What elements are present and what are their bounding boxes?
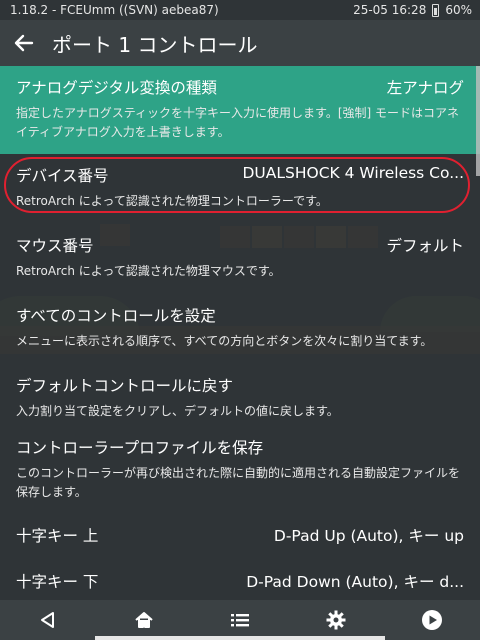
page-title: ポート 1 コントロール (52, 32, 258, 57)
menu-item-label: アナログデジタル変換の種類 (16, 79, 217, 97)
menu-item-description: メニューに表示される順序で、すべての方向とボタンを次々に割り当てます。 (16, 334, 433, 348)
menu-item-description: RetroArch によって認識された物理コントローラーです。 (16, 194, 328, 208)
settings-list: アナログデジタル変換の種類 左アナログ 指定したアナログスティックを十字キー入力… (0, 66, 480, 600)
menu-item-description: RetroArch によって認識された物理マウスです。 (16, 264, 281, 278)
menu-item-dpad-down[interactable]: 十字キー 下 D-Pad Down (Auto), キー d... (0, 556, 480, 600)
menu-item-label: 十字キー 下 (16, 573, 99, 591)
menu-item-value: D-Pad Down (Auto), キー d... (246, 573, 464, 591)
menu-item-label: すべてのコントロールを設定 (16, 307, 216, 325)
home-icon[interactable] (124, 600, 164, 640)
gesture-bar (95, 636, 385, 640)
menu-item-description: 指定したアナログスティックを十字キー入力に使用します。[強制] モードはコアネイ… (16, 106, 460, 139)
menu-item-mouse-index[interactable]: マウス番号 デフォルト RetroArch によって認識された物理マウスです。 (0, 224, 480, 294)
menu-item-label: 十字キー 上 (16, 527, 99, 545)
menu-item-label: マウス番号 (16, 237, 94, 255)
menu-item-value: デフォルト (386, 237, 464, 255)
menu-item-device-index[interactable]: デバイス番号 DUALSHOCK 4 Wireless Co... RetroA… (0, 154, 480, 224)
menu-item-description: 入力割り当て設定をクリアし、デフォルトの値に戻します。 (16, 404, 339, 418)
menu-item-save-controller-profile[interactable]: コントローラープロファイルを保存 このコントローラーが再び検出された際に自動的に… (0, 426, 480, 510)
battery-icon (432, 3, 440, 17)
scrollbar[interactable] (476, 66, 480, 176)
status-battery: 60% (445, 3, 472, 17)
menu-item-reset-defaults[interactable]: デフォルトコントロールに戻す 入力割り当て設定をクリアし、デフォルトの値に戻しま… (0, 364, 480, 426)
play-icon[interactable] (412, 600, 452, 640)
menu-item-value: 左アナログ (386, 79, 464, 97)
menu-item-analog-digital-type[interactable]: アナログデジタル変換の種類 左アナログ 指定したアナログスティックを十字キー入力… (0, 66, 480, 154)
status-time: 25-05 16:28 (353, 3, 427, 17)
menu-item-description: このコントローラーが再び検出された際に自動的に適用される自動設定ファイルを保存し… (16, 466, 461, 499)
list-icon[interactable] (220, 600, 260, 640)
menu-item-bind-all[interactable]: すべてのコントロールを設定 メニューに表示される順序で、すべての方向とボタンを次… (0, 294, 480, 364)
gear-icon[interactable] (316, 600, 356, 640)
title-bar: ポート 1 コントロール (0, 20, 480, 66)
back-arrow-icon[interactable] (12, 31, 36, 55)
menu-item-label: デバイス番号 (16, 167, 109, 185)
menu-item-value: DUALSHOCK 4 Wireless Co... (242, 164, 464, 182)
menu-item-label: デフォルトコントロールに戻す (16, 377, 234, 395)
back-icon[interactable] (28, 600, 68, 640)
status-bar: 1.18.2 - FCEUmm ((SVN) aebea87) 25-05 16… (0, 0, 480, 20)
status-app-info: 1.18.2 - FCEUmm ((SVN) aebea87) (10, 3, 219, 17)
menu-item-label: コントローラープロファイルを保存 (16, 439, 264, 457)
menu-item-dpad-up[interactable]: 十字キー 上 D-Pad Up (Auto), キー up (0, 510, 480, 556)
bottom-nav-bar (0, 600, 480, 640)
menu-item-value: D-Pad Up (Auto), キー up (273, 527, 464, 545)
